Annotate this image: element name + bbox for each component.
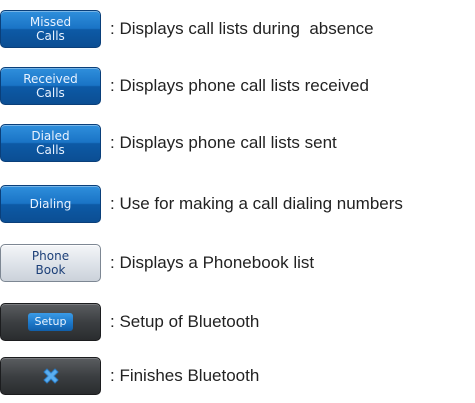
received-calls-description: : Displays phone call lists received [110, 76, 369, 95]
legend-row-finish: : Finishes Bluetooth [0, 357, 259, 395]
close-icon [40, 365, 62, 387]
legend-row-dialed-calls: Dialed Calls : Displays phone call lists… [0, 124, 337, 162]
dialing-description: : Use for making a call dialing numbers [110, 194, 403, 213]
dialed-calls-button[interactable]: Dialed Calls [0, 124, 101, 162]
setup-button-label: Setup [28, 313, 73, 331]
phone-book-button[interactable]: Phone Book [0, 244, 101, 282]
setup-button[interactable]: Setup [0, 303, 101, 341]
received-calls-button[interactable]: Received Calls [0, 67, 101, 105]
legend-row-setup: Setup : Setup of Bluetooth [0, 303, 259, 341]
missed-calls-button[interactable]: Missed Calls [0, 10, 101, 48]
legend-row-dialing: Dialing : Use for making a call dialing … [0, 185, 403, 223]
legend-row-phone-book: Phone Book : Displays a Phonebook list [0, 244, 314, 282]
dialing-button-label: Dialing [29, 197, 72, 211]
setup-description: : Setup of Bluetooth [110, 312, 260, 331]
dialed-calls-button-label: Dialed Calls [31, 129, 70, 157]
received-calls-button-label: Received Calls [23, 72, 78, 100]
dialed-calls-description: : Displays phone call lists sent [110, 133, 337, 152]
finish-description: : Finishes Bluetooth [110, 366, 260, 385]
legend-row-received-calls: Received Calls : Displays phone call lis… [0, 67, 369, 105]
dialing-button[interactable]: Dialing [0, 185, 101, 223]
phone-book-button-label: Phone Book [31, 249, 70, 277]
missed-calls-description: : Displays call lists during absence [110, 19, 374, 38]
phone-book-description: : Displays a Phonebook list [110, 253, 315, 272]
legend-row-missed-calls: Missed Calls : Displays call lists durin… [0, 10, 374, 48]
finish-bluetooth-button[interactable] [0, 357, 101, 395]
missed-calls-button-label: Missed Calls [29, 15, 72, 43]
